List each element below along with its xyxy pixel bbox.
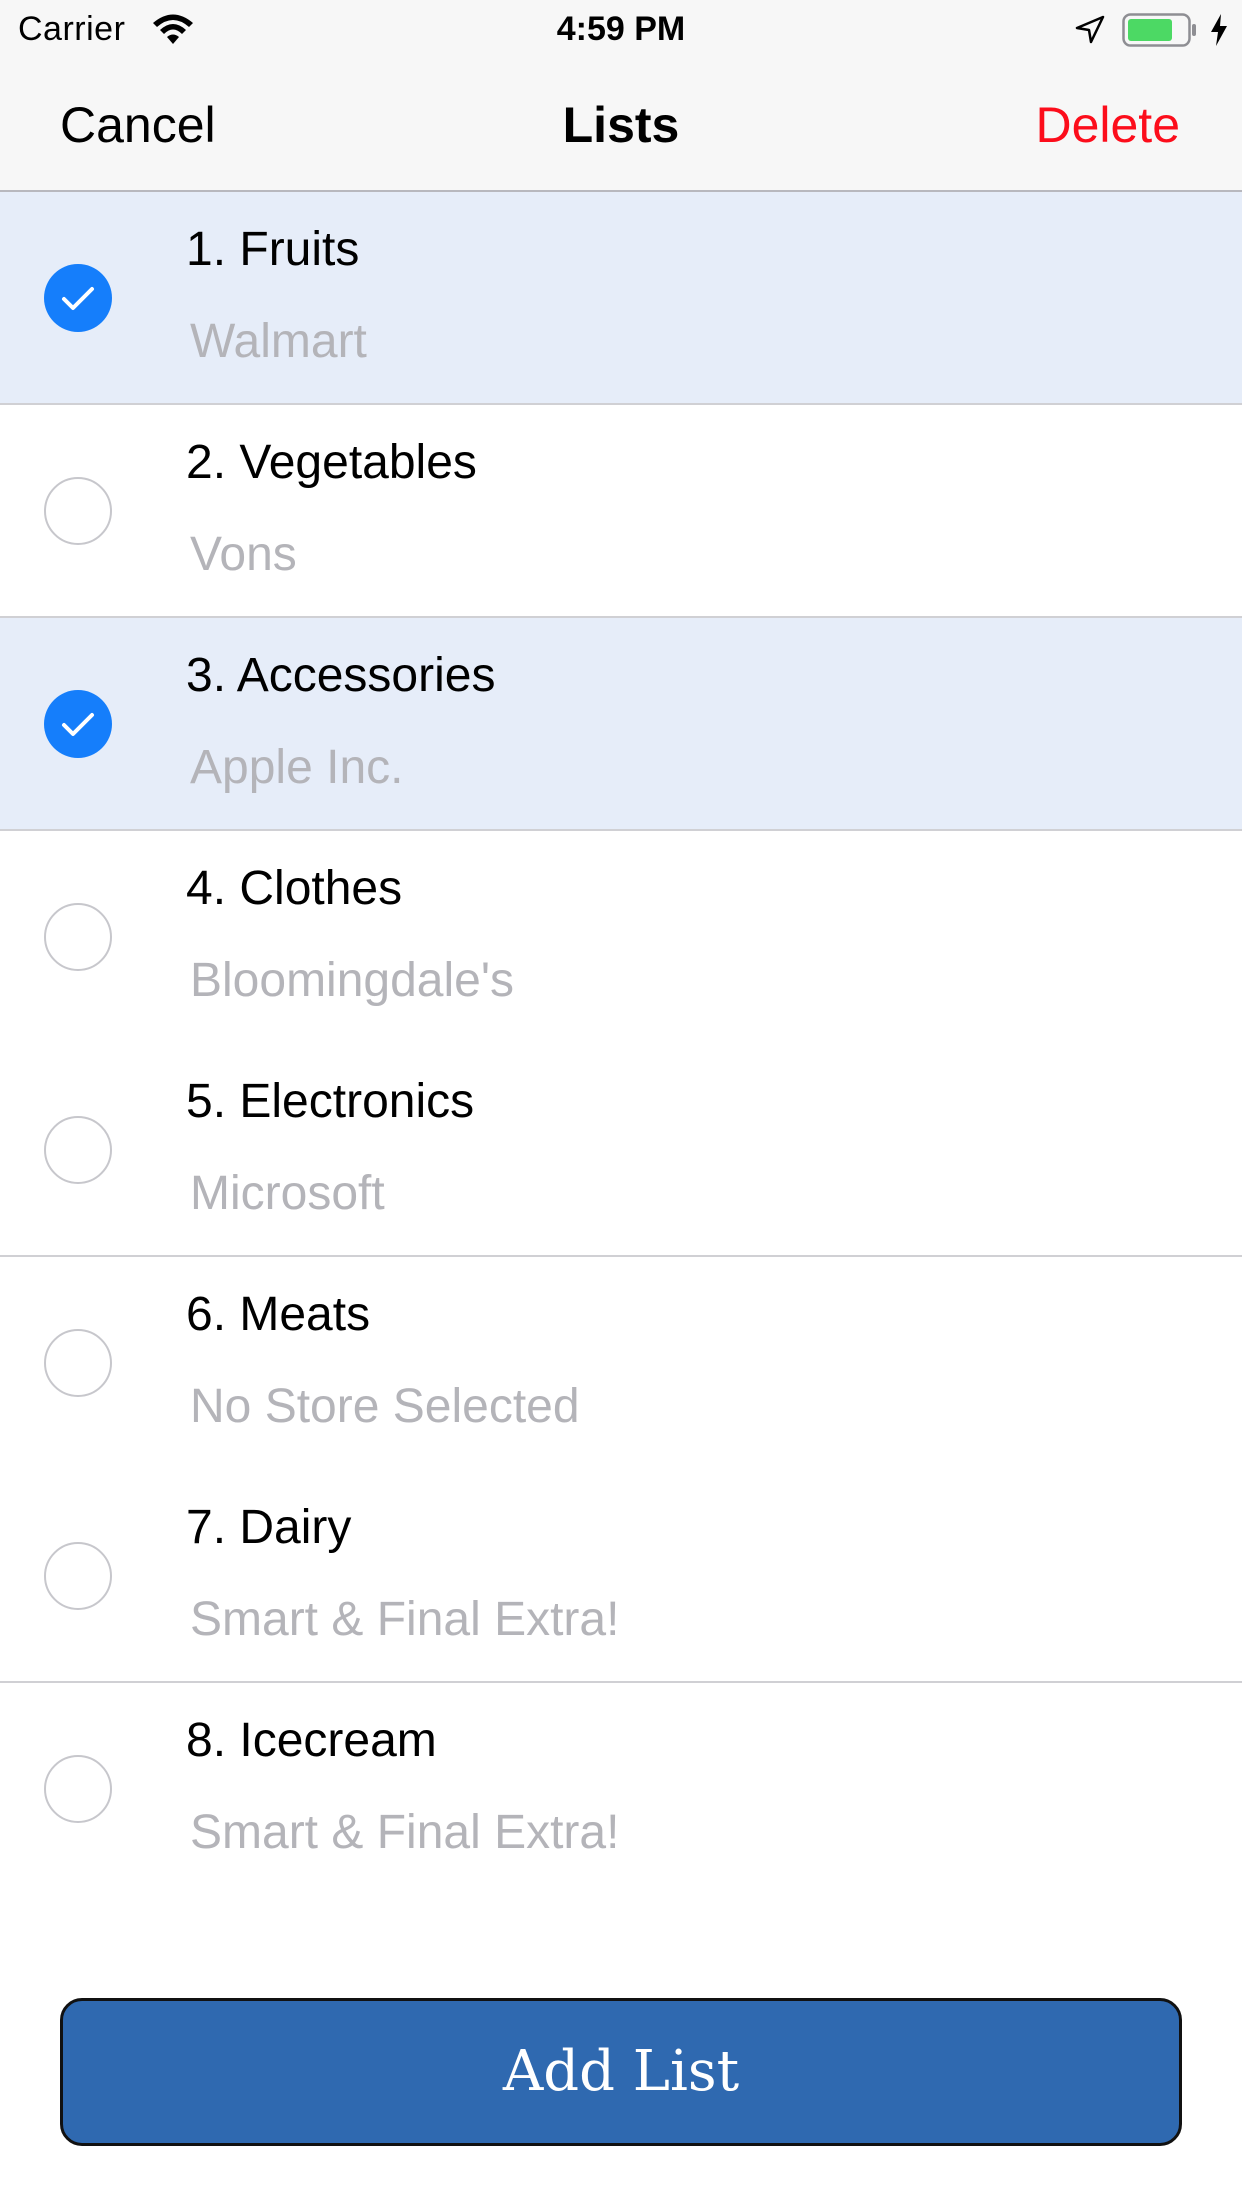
battery-icon — [1122, 12, 1198, 48]
charging-icon — [1208, 12, 1230, 48]
list-store: Smart & Final Extra! — [190, 1593, 620, 1646]
list-store: Walmart — [190, 315, 367, 368]
selection-circle-icon[interactable] — [44, 1542, 112, 1610]
delete-button[interactable]: Delete — [1035, 96, 1180, 154]
checkmark-selected-icon[interactable] — [44, 690, 112, 758]
list-row-electronics[interactable]: 5. Electronics Microsoft — [0, 1044, 1242, 1257]
list-title: 2. Vegetables — [186, 436, 477, 489]
list-title: 6. Meats — [186, 1288, 371, 1341]
status-time: 4:59 PM — [556, 10, 686, 48]
list-row-accessories[interactable]: 3. Accessories Apple Inc. — [0, 618, 1242, 831]
add-list-button[interactable]: Add List — [60, 1998, 1182, 2146]
list-title: 5. Electronics — [186, 1075, 475, 1128]
list-row-fruits[interactable]: 1. Fruits Walmart — [0, 192, 1242, 405]
list-store: Apple Inc. — [190, 741, 404, 794]
selection-circle-icon[interactable] — [44, 1329, 112, 1397]
status-bar: Carrier 4:59 PM — [0, 0, 1242, 60]
selection-circle-icon[interactable] — [44, 1116, 112, 1184]
list-title: 7. Dairy — [186, 1501, 352, 1554]
location-icon — [1074, 14, 1106, 46]
list-store: Smart & Final Extra! — [190, 1806, 620, 1859]
list-title: 1. Fruits — [186, 223, 360, 276]
list-title: 8. Icecream — [186, 1714, 437, 1767]
list-row-icecream[interactable]: 8. Icecream Smart & Final Extra! — [0, 1683, 1242, 1896]
list-row-meats[interactable]: 6. Meats No Store Selected — [0, 1257, 1242, 1470]
list-store: Vons — [190, 528, 297, 581]
list-row-dairy[interactable]: 7. Dairy Smart & Final Extra! — [0, 1470, 1242, 1683]
list-row-clothes[interactable]: 4. Clothes Bloomingdale's — [0, 831, 1242, 1044]
lists-table: 1. Fruits Walmart 2. Vegetables Vons 3. … — [0, 192, 1242, 1896]
list-store: No Store Selected — [190, 1380, 580, 1433]
list-title: 4. Clothes — [186, 862, 403, 915]
list-title: 3. Accessories — [186, 649, 496, 702]
selection-circle-icon[interactable] — [44, 903, 112, 971]
checkmark-selected-icon[interactable] — [44, 264, 112, 332]
navigation-bar: Cancel Lists Delete — [0, 60, 1242, 192]
selection-circle-icon[interactable] — [44, 477, 112, 545]
list-store: Microsoft — [190, 1167, 385, 1220]
list-store: Bloomingdale's — [190, 954, 515, 1007]
list-row-vegetables[interactable]: 2. Vegetables Vons — [0, 405, 1242, 618]
selection-circle-icon[interactable] — [44, 1755, 112, 1823]
